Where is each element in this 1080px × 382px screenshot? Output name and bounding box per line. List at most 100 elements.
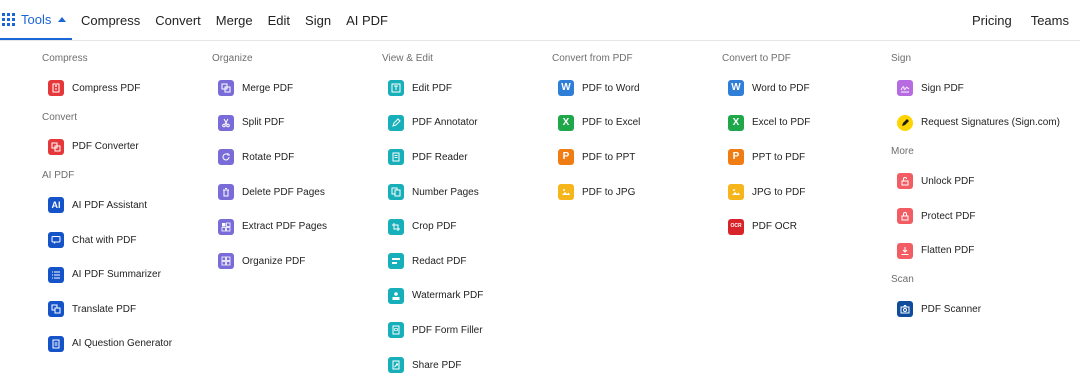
menu-item-label: PPT to PDF [752,151,806,163]
menu-item-label: Chat with PDF [72,234,137,246]
section-heading: Compress [42,53,88,64]
section-heading: Convert [42,111,78,123]
nav-compress[interactable]: Compress [81,13,140,28]
section-heading: AI PDF [42,170,75,182]
menu-item-label: Delete PDF Pages [242,186,325,198]
menu-item-label: Split PDF [242,117,285,129]
menu-item-protect-pdf[interactable]: Protect PDF [891,199,1060,234]
menu-item-ai-question-generator[interactable]: AI Question Generator [42,327,172,362]
menu-item-label: Merge PDF [242,82,294,94]
extract-icon [218,218,234,235]
menu-item-unlock-pdf[interactable]: Unlock PDF [891,164,1060,199]
top-navigation-bar: Tools Compress Convert Merge Edit Sign A… [0,0,1080,41]
menu-item-pdf-to-jpg[interactable]: PDF to JPG [552,175,640,210]
menu-item-ai-pdf-summarizer[interactable]: AI PDF Summarizer [42,257,172,292]
section-heading: More [891,146,914,158]
tools-menu-button[interactable]: Tools [0,0,72,40]
primary-nav: Compress Convert Merge Edit Sign AI PDF [81,0,403,40]
menu-item-label: Excel to PDF [752,117,811,129]
menu-item-pdf-form-filler[interactable]: PDF Form Filler [382,313,483,348]
section-heading: Convert from PDF [552,53,633,64]
menu-item-extract-pdf-pages[interactable]: Extract PDF Pages [212,209,327,244]
menu-item-label: Redact PDF [412,255,467,267]
nav-convert[interactable]: Convert [155,13,201,28]
word-icon: W [558,80,574,97]
menu-item-ai-pdf-assistant[interactable]: AI AI PDF Assistant [42,188,172,223]
menu-item-label: Share PDF [412,359,462,371]
menu-column: Convert from PDF W PDF to Word X PDF to Exce… [552,47,640,209]
menu-item-label: Compress PDF [72,82,141,94]
icon-glyph: P [732,151,740,163]
section-heading: Convert to PDF [722,53,791,64]
grid-icon [2,12,15,26]
share-icon [388,357,404,374]
menu-item-label: Unlock PDF [921,175,975,187]
edit-text-icon [388,80,404,97]
section-heading: Scan [891,273,914,285]
menu-item-merge-pdf[interactable]: Merge PDF [212,71,327,106]
lock-icon [897,208,913,225]
chat-icon [48,232,64,249]
crop-icon [388,218,404,235]
menu-item-label: PDF Form Filler [412,324,483,336]
nav-sign[interactable]: Sign [305,13,331,28]
menu-item-pdf-reader[interactable]: PDF Reader [382,140,483,175]
menu-item-request-signatures-sign-com[interactable]: Request Signatures (Sign.com) [891,106,1060,141]
section-heading: View & Edit [382,53,433,64]
menu-column: Compress Compress PDF Convert PDF Converter… [42,47,172,361]
menu-item-pdf-to-word[interactable]: W PDF to Word [552,71,640,106]
menu-item-word-to-pdf[interactable]: W Word to PDF [722,71,810,106]
menu-item-rotate-pdf[interactable]: Rotate PDF [212,140,327,175]
menu-item-label: Edit PDF [412,82,453,94]
menu-item-number-pages[interactable]: Number Pages [382,175,483,210]
ppt-icon: P [558,149,574,166]
nav-pricing[interactable]: Pricing [972,13,1012,28]
translate-icon [48,301,64,318]
menu-column: Organize Merge PDF Split PDF Rotate PDF Dele… [212,47,327,279]
menu-item-crop-pdf[interactable]: Crop PDF [382,209,483,244]
pen-icon [388,114,404,131]
menu-item-label: Number Pages [412,186,479,198]
number-pages-icon [388,184,404,201]
menu-item-ppt-to-pdf[interactable]: P PPT to PDF [722,140,810,175]
menu-item-pdf-to-excel[interactable]: X PDF to Excel [552,106,640,141]
icon-glyph: X [732,116,740,128]
menu-item-label: PDF OCR [752,221,797,233]
menu-item-split-pdf[interactable]: Split PDF [212,106,327,141]
menu-item-excel-to-pdf[interactable]: X Excel to PDF [722,106,810,141]
menu-item-label: Crop PDF [412,221,457,233]
menu-item-compress-pdf[interactable]: Compress PDF [42,71,172,106]
nav-edit[interactable]: Edit [268,13,290,28]
menu-item-label: Translate PDF [72,303,137,315]
sign-com-icon [897,114,913,131]
menu-item-sign-pdf[interactable]: Sign PDF [891,71,1060,106]
icon-glyph: W [561,82,571,94]
image-icon [728,184,744,201]
menu-item-pdf-ocr[interactable]: OCR PDF OCR [722,209,810,244]
menu-item-delete-pdf-pages[interactable]: Delete PDF Pages [212,175,327,210]
menu-item-organize-pdf[interactable]: Organize PDF [212,244,327,279]
menu-item-edit-pdf[interactable]: Edit PDF [382,71,483,106]
summarizer-icon [48,266,64,283]
menu-item-jpg-to-pdf[interactable]: JPG to PDF [722,175,810,210]
menu-item-pdf-scanner[interactable]: PDF Scanner [891,292,1060,327]
menu-column: View & Edit Edit PDF PDF Annotator PDF Read… [382,47,483,382]
excel-icon: X [558,114,574,131]
nav-ai-pdf[interactable]: AI PDF [346,13,388,28]
menu-item-watermark-pdf[interactable]: Watermark PDF [382,279,483,314]
menu-item-share-pdf[interactable]: Share PDF [382,348,483,382]
menu-item-pdf-to-ppt[interactable]: P PDF to PPT [552,140,640,175]
menu-item-label: AI PDF Assistant [72,199,148,211]
menu-item-translate-pdf[interactable]: Translate PDF [42,292,172,327]
menu-item-pdf-annotator[interactable]: PDF Annotator [382,106,483,141]
caret-up-icon [58,16,67,22]
menu-item-chat-with-pdf[interactable]: Chat with PDF [42,223,172,258]
menu-item-flatten-pdf[interactable]: Flatten PDF [891,233,1060,268]
camera-icon [897,301,913,318]
nav-merge[interactable]: Merge [216,13,253,28]
scissors-icon [218,114,234,131]
menu-item-pdf-converter[interactable]: PDF Converter [42,130,172,165]
tools-label: Tools [21,11,52,27]
menu-item-redact-pdf[interactable]: Redact PDF [382,244,483,279]
nav-teams[interactable]: Teams [1031,13,1069,28]
